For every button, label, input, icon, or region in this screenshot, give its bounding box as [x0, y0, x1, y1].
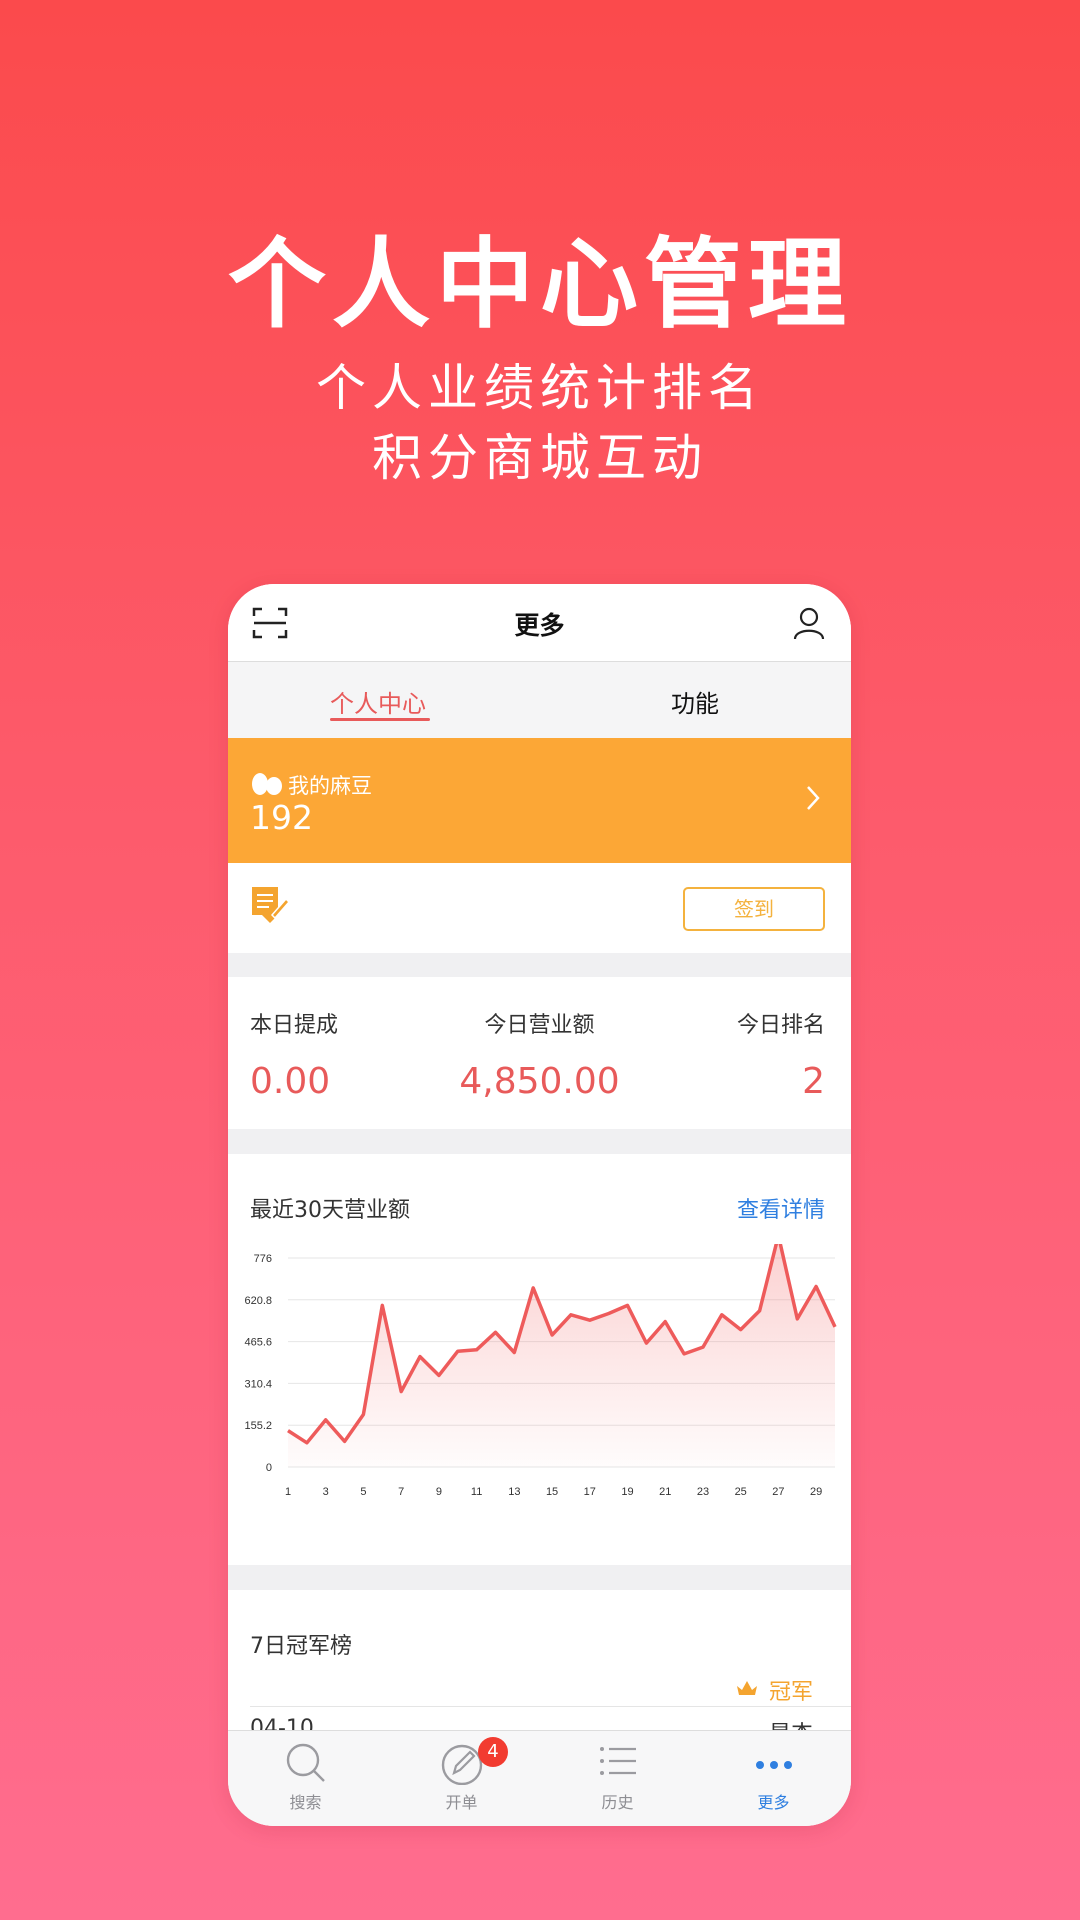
x-tick-label: 27 — [772, 1486, 784, 1498]
y-tick-label: 0 — [266, 1462, 272, 1474]
stat-value-rank: 2 — [802, 1061, 825, 1102]
hero-subtitle-line1: 个人业绩统计排名 — [316, 359, 764, 417]
segment-tabs: 个人中心 功能 — [228, 662, 851, 738]
today-stats: 本日提成 今日营业额 今日排名 0.00 4,850.00 2 — [228, 977, 851, 1129]
chart-title: 最近30天营业额 — [250, 1198, 410, 1223]
bottom-tab-bar: 搜索 4 开单 历史 更多 — [228, 1730, 851, 1826]
tab-personal-center[interactable]: 个人中心 — [330, 684, 426, 719]
section-divider — [228, 1129, 851, 1154]
x-tick-label: 25 — [735, 1486, 747, 1498]
user-icon[interactable] — [793, 606, 825, 640]
hero-subtitle-line2: 积分商城互动 — [372, 429, 708, 487]
list-icon — [600, 1747, 636, 1775]
x-tick-label: 21 — [659, 1486, 671, 1498]
x-tick-label: 9 — [436, 1486, 442, 1498]
stat-label-rank: 今日排名 — [736, 1013, 825, 1038]
section-divider — [228, 1565, 851, 1590]
y-tick-label: 620.8 — [244, 1295, 272, 1307]
view-details-link[interactable]: 查看详情 — [737, 1192, 825, 1224]
x-tick-label: 23 — [697, 1486, 709, 1498]
stat-value-revenue: 4,850.00 — [459, 1061, 620, 1102]
tabbar-item-more[interactable]: 更多 — [696, 1731, 851, 1826]
tabbar-item-search[interactable]: 搜索 — [228, 1731, 383, 1826]
champion-title: 7日冠军榜 — [250, 1634, 352, 1659]
nav-bar: 更多 — [228, 584, 851, 662]
series-area — [288, 1244, 835, 1467]
pen-icon — [441, 1744, 483, 1785]
tabbar-item-history[interactable]: 历史 — [540, 1731, 695, 1826]
beans-icon — [252, 773, 282, 795]
crown-icon — [737, 1681, 757, 1695]
tabbar-label: 开单 — [445, 1793, 478, 1812]
tabbar-item-order[interactable]: 4 开单 — [384, 1731, 539, 1826]
active-tab-indicator — [330, 718, 430, 721]
x-tick-label: 1 — [285, 1486, 291, 1498]
tabbar-label: 历史 — [601, 1793, 634, 1812]
revenue-chart: 776620.8465.6310.4155.201 3 5 7 9 11 13 15 17 19 2… — [244, 1244, 837, 1498]
tabbar-label: 更多 — [757, 1793, 790, 1812]
x-tick-label: 7 — [398, 1486, 404, 1498]
x-tick-label: 15 — [546, 1486, 558, 1498]
my-beans-banner[interactable]: 我的麻豆 192 — [228, 738, 851, 863]
tabbar-label: 搜索 — [289, 1793, 322, 1812]
champion-board: 7日冠军榜 冠军 04-10 是杰 — [228, 1590, 851, 1750]
x-tick-label: 13 — [508, 1486, 520, 1498]
beans-label: 我的麻豆 — [288, 774, 372, 798]
hero-title: 个人中心管理 — [227, 228, 852, 342]
signin-button[interactable]: 签到 — [683, 887, 825, 931]
y-tick-label: 776 — [254, 1253, 272, 1265]
x-tick-label: 5 — [360, 1486, 366, 1498]
page-title: 更多 — [514, 611, 565, 640]
x-tick-label: 29 — [810, 1486, 822, 1498]
y-tick-label: 310.4 — [244, 1378, 272, 1390]
x-tick-label: 11 — [471, 1486, 482, 1498]
note-edit-icon — [252, 887, 290, 923]
chevron-right-icon — [807, 786, 820, 810]
signin-row: 签到 — [228, 863, 851, 953]
tab-functions[interactable]: 功能 — [671, 684, 719, 719]
more-dots-icon — [756, 1761, 792, 1769]
x-tick-label: 17 — [584, 1486, 596, 1498]
champion-badge: 冠军 — [768, 1680, 813, 1705]
beans-value: 192 — [250, 798, 313, 837]
x-tick-label: 19 — [621, 1486, 633, 1498]
revenue-chart-card: 最近30天营业额 查看详情 776 620.8 465.6 310.4 155.2 0 1 3… — [228, 1154, 851, 1565]
x-tick-label: 3 — [323, 1486, 329, 1498]
divider — [250, 1706, 851, 1707]
phone-screen: 更多 个人中心 功能 我的麻豆 192 签到 本日提成 今日营业额 今日排名 0… — [228, 584, 851, 1826]
notification-badge: 4 — [478, 1737, 508, 1767]
y-tick-label: 155.2 — [244, 1420, 272, 1432]
section-divider — [228, 953, 851, 977]
y-tick-label: 465.6 — [244, 1337, 272, 1349]
search-icon — [286, 1743, 325, 1782]
